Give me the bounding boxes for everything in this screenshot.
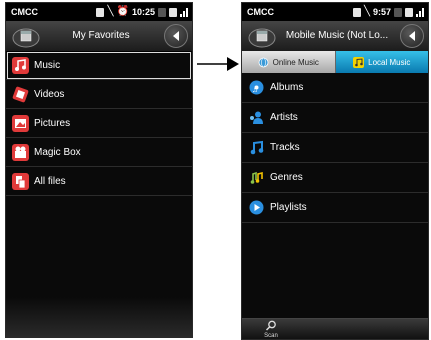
list-item-genres[interactable]: Genres [242,163,428,193]
home-button[interactable] [248,24,276,48]
sim-icon [96,7,105,17]
list-item-albums[interactable]: ♫ Albums [242,73,428,103]
signal-icon [180,7,188,17]
music-note-icon [353,56,365,68]
tab-local-music[interactable]: Local Music [335,51,428,73]
genre-icon [248,169,265,186]
list-item-tracks[interactable]: Tracks [242,133,428,163]
favorites-list: Music Videos Pictures Magic Box All file… [6,51,192,196]
files-icon [12,172,29,190]
list-item-playlists[interactable]: Playlists [242,193,428,223]
tab-online-music[interactable]: Online Music [242,51,336,73]
scan-label: Scan [264,333,278,339]
back-arrow-icon [409,31,415,41]
box-icon [12,28,40,48]
list-item-label: Magic Box [34,146,81,158]
list-item-label: Videos [34,88,65,100]
list-item-label: Genres [270,172,303,183]
globe-icon [258,57,269,67]
svg-text:♫: ♫ [252,85,258,94]
clock-time: 10:25 [131,7,155,17]
carrier-label: CMCC [247,7,274,17]
tab-label: Online Music [272,57,319,67]
scan-button[interactable]: Scan [256,320,286,339]
list-item-label: Playlists [270,202,307,213]
magic-box-icon [12,143,29,161]
list-item-artists[interactable]: Artists [242,103,428,133]
list-item-label: Artists [270,112,298,123]
music-note-icon [248,139,265,156]
signal-slash-icon: ╲ [107,6,114,17]
play-icon [248,199,265,216]
sim-icon [352,7,361,17]
notification-icon [169,7,177,17]
signal-slash-icon: ╲ [363,6,370,17]
signal-icon [416,7,424,17]
status-icons: ╲ ⏰ 10:25 [96,6,188,18]
list-item-pictures[interactable]: Pictures [6,109,192,138]
magnifier-icon [265,320,276,331]
battery-icon [158,7,166,17]
list-item-music[interactable]: Music [6,51,192,80]
notification-icon [405,7,413,17]
list-item-label: All files [34,175,66,187]
back-button[interactable] [164,24,188,48]
video-icon [12,86,29,103]
music-note-icon [12,56,29,74]
right-arrow-icon [197,57,239,71]
title-bar: My Favorites [6,21,192,52]
back-button[interactable] [400,24,424,48]
list-item-all-files[interactable]: All files [6,167,192,196]
local-music-list: ♫ Albums Artists Tracks Genres Playlists [242,73,428,223]
status-bar: CMCC ╲ ⏰ 10:25 [6,3,192,21]
back-arrow-icon [173,31,179,41]
alarm-icon: ⏰ [116,6,129,17]
carrier-label: CMCC [11,7,38,17]
status-icons: ╲ 9:57 [352,6,424,18]
status-bar: CMCC ╲ 9:57 [242,3,428,21]
list-item-label: Tracks [270,142,300,153]
bottom-fade [6,297,192,337]
list-item-label: Albums [270,82,304,93]
title-bar: Mobile Music (Not Lo... [242,21,428,52]
right-phone-screen: CMCC ╲ 9:57 Mobile Music (Not Lo... Onli… [241,2,429,340]
clock-time: 9:57 [372,7,391,17]
list-item-label: Music [34,59,61,71]
page-title: Mobile Music (Not Lo... [285,30,389,41]
tab-label: Local Music [368,57,411,67]
left-phone-screen: CMCC ╲ ⏰ 10:25 My Favorites Music Videos… [5,2,193,338]
box-icon [248,28,276,48]
page-title: My Favorites [72,30,130,41]
list-item-magic-box[interactable]: Magic Box [6,138,192,167]
battery-icon [394,7,402,17]
artist-icon [248,109,265,126]
list-item-label: Pictures [34,117,71,129]
album-icon: ♫ [248,79,265,96]
home-button[interactable] [12,24,40,48]
music-tabs: Online Music Local Music [242,51,428,73]
bottom-toolbar: Scan [242,318,428,339]
picture-icon [12,114,29,132]
list-item-videos[interactable]: Videos [6,80,192,109]
